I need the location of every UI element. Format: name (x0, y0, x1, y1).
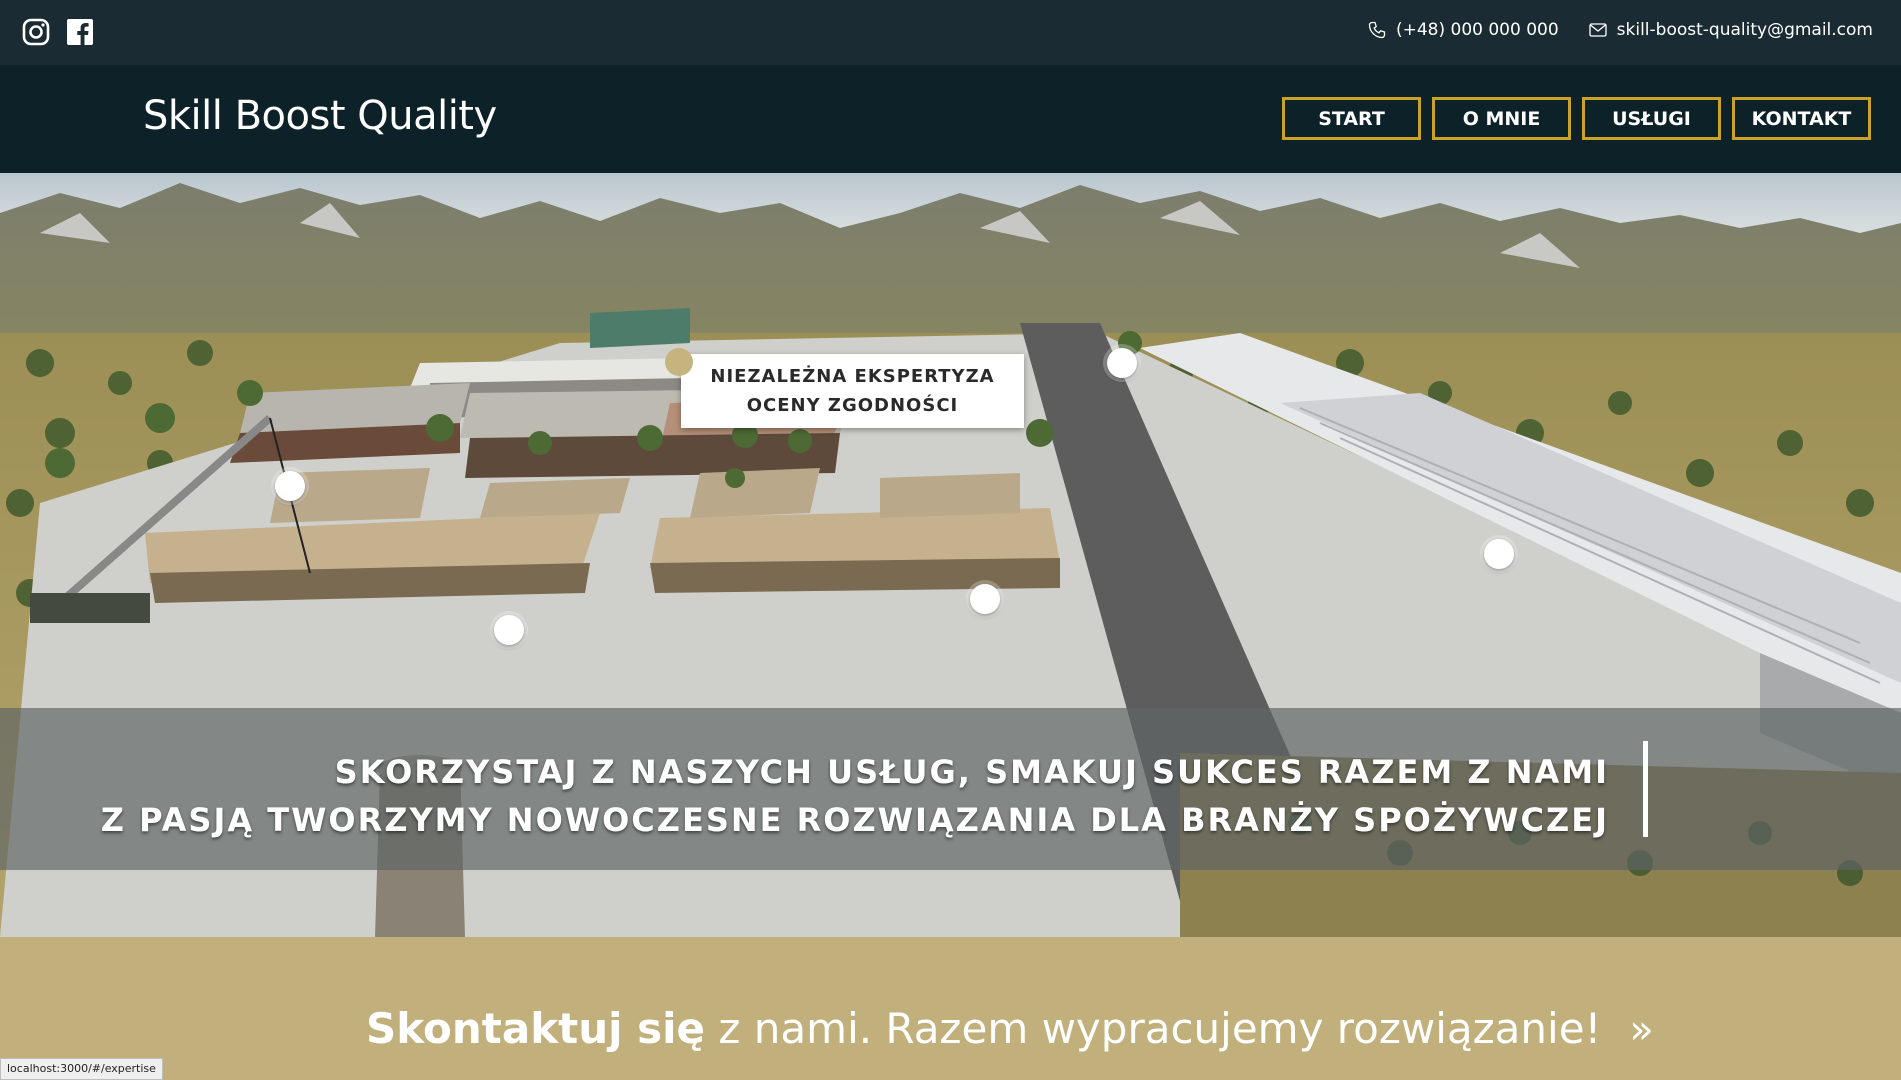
hero-accent-bar (1643, 741, 1648, 837)
tooltip-line-2: OCENY ZGODNOŚCI (746, 395, 959, 416)
contact-info: (+48) 000 000 000 skill-boost-quality@gm… (1368, 20, 1873, 40)
map-pin[interactable] (1107, 348, 1137, 378)
browser-status-url: localhost:3000/#/expertise (0, 1058, 163, 1080)
email-address[interactable]: skill-boost-quality@gmail.com (1617, 20, 1873, 40)
phone-number[interactable]: (+48) 000 000 000 (1396, 20, 1559, 40)
tooltip-line-1: NIEZALEŻNA EKSPERTYZA (710, 366, 995, 387)
facebook-icon[interactable] (66, 18, 94, 46)
social-links (22, 18, 94, 46)
map-pin[interactable] (275, 471, 305, 501)
map-pin[interactable] (970, 584, 1000, 614)
phone-icon (1368, 21, 1386, 39)
top-bar: (+48) 000 000 000 skill-boost-quality@gm… (0, 0, 1901, 65)
double-chevron-right-icon: » (1629, 1007, 1654, 1053)
nav-about-button[interactable]: O MNIE (1432, 97, 1571, 140)
email-contact[interactable]: skill-boost-quality@gmail.com (1589, 20, 1873, 40)
nav-contact-button[interactable]: KONTAKT (1732, 97, 1871, 140)
instagram-icon[interactable] (22, 18, 50, 46)
cta-section: Skontaktuj się z nami. Razem wypracujemy… (0, 937, 1901, 1080)
main-nav: START O MNIE USŁUGI KONTAKT (1282, 97, 1871, 140)
hero-headline-line-1: SKORZYSTAJ Z NASZYCH USŁUG, SMAKUJ SUKCE… (334, 753, 1609, 791)
hero-headline-line-2: Z PASJĄ TWORZYMY NOWOCZESNE ROZWIĄZANIA … (100, 801, 1609, 839)
map-pin[interactable] (1484, 539, 1514, 569)
site-logo[interactable]: Skill Boost Quality (143, 93, 497, 139)
cta-light-text: z nami. Razem wypracujemy rozwiązanie! (705, 1004, 1602, 1053)
hero-section: NIEZALEŻNA EKSPERTYZA OCENY ZGODNOŚCI SK… (0, 173, 1901, 937)
nav-start-button[interactable]: START (1282, 97, 1421, 140)
pin-tooltip-card[interactable]: NIEZALEŻNA EKSPERTYZA OCENY ZGODNOŚCI (665, 348, 1024, 428)
phone-contact[interactable]: (+48) 000 000 000 (1368, 20, 1559, 40)
hero-headline: SKORZYSTAJ Z NASZYCH USŁUG, SMAKUJ SUKCE… (101, 748, 1609, 844)
map-pin[interactable] (494, 615, 524, 645)
site-header: Skill Boost Quality START O MNIE USŁUGI … (0, 65, 1901, 173)
nav-services-button[interactable]: USŁUGI (1582, 97, 1721, 140)
cta-strong-text: Skontaktuj się (366, 1004, 706, 1053)
active-pin[interactable] (665, 348, 693, 376)
hero-banner: SKORZYSTAJ Z NASZYCH USŁUG, SMAKUJ SUKCE… (0, 708, 1901, 870)
mail-icon (1589, 23, 1607, 37)
contact-cta-link[interactable]: Skontaktuj się z nami. Razem wypracujemy… (366, 1004, 1654, 1053)
